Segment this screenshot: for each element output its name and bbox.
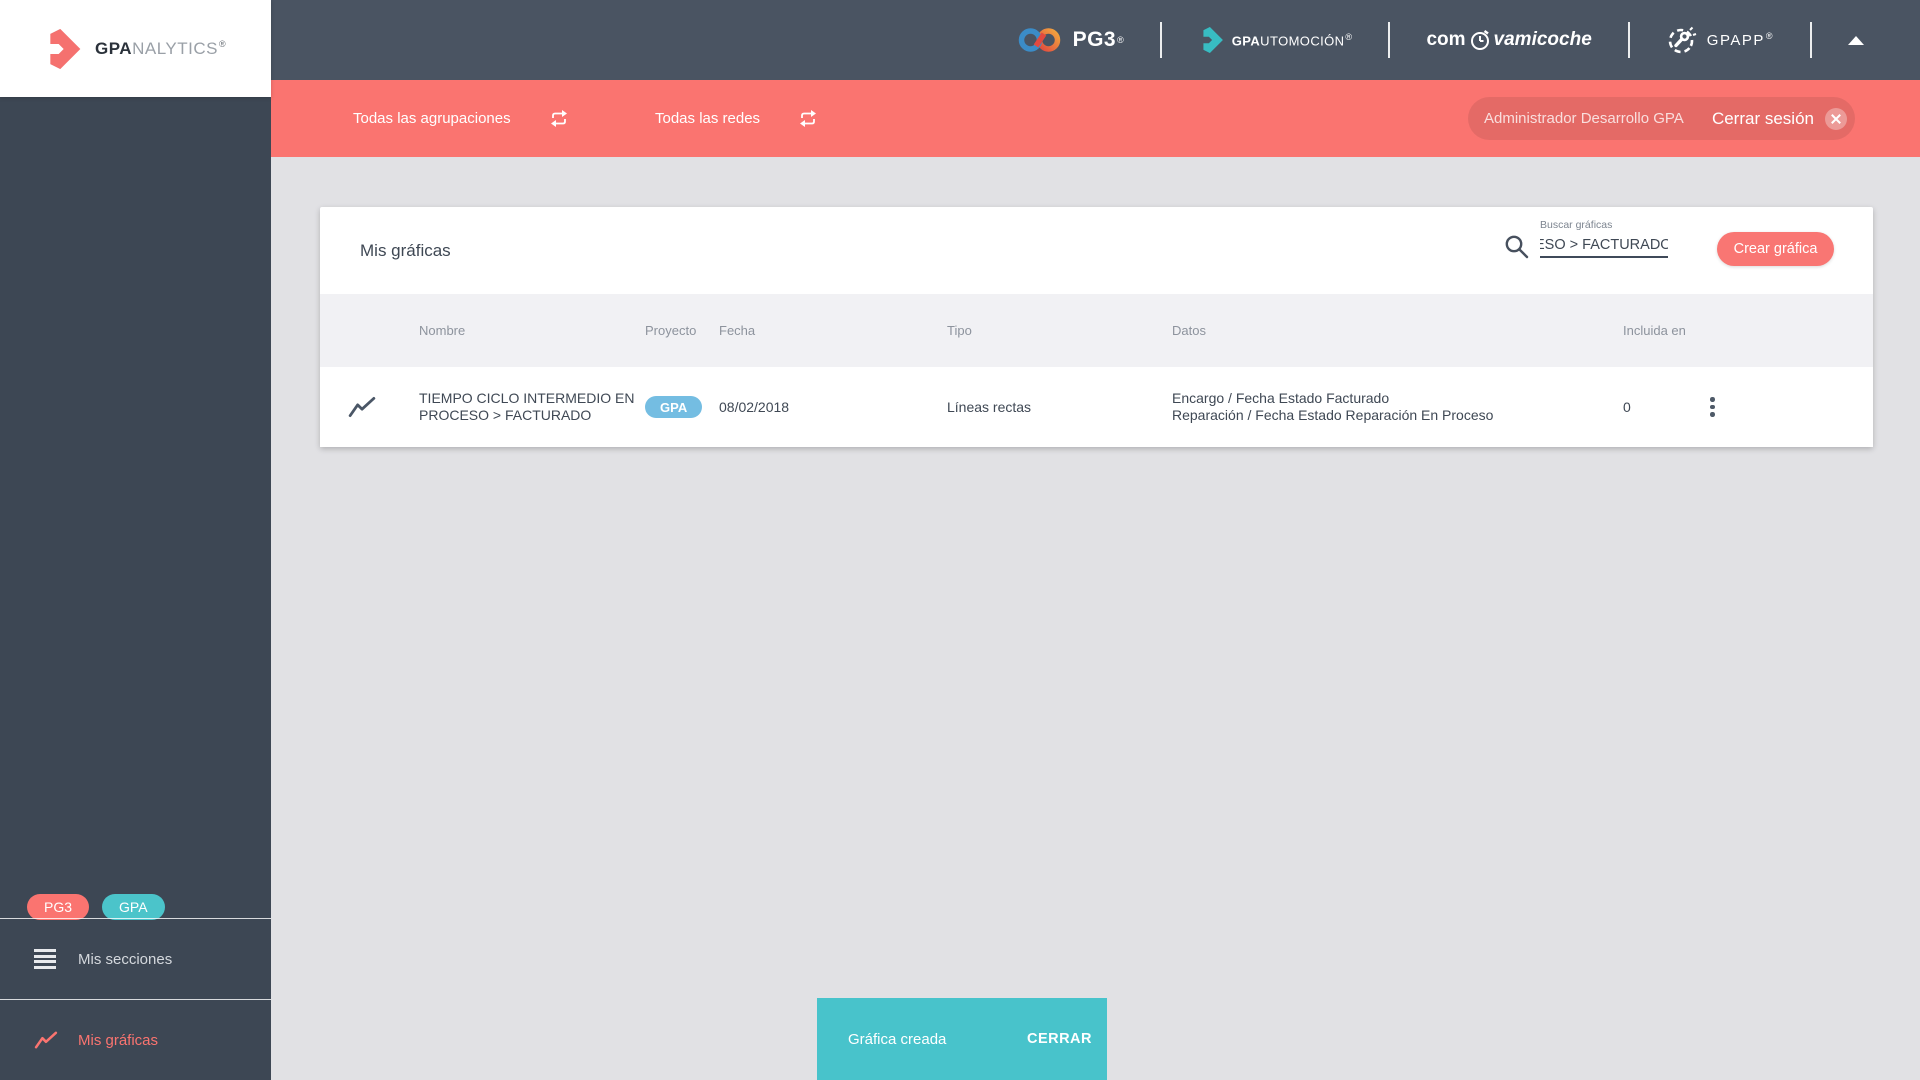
row-name: TIEMPO CICLO INTERMEDIO EN PROCESO > FAC… xyxy=(419,390,635,423)
row-data: Encargo / Fecha Estado Facturado Reparaci… xyxy=(1172,390,1494,423)
comvamicoche-logo[interactable]: com vamicoche xyxy=(1426,29,1592,51)
row-type: Líneas rectas xyxy=(947,399,1032,415)
column-datos: Datos xyxy=(1172,323,1206,338)
pg3-infinity-icon xyxy=(1018,28,1060,52)
sidebar-badges: PG3 GPA xyxy=(27,894,165,920)
row-menu-kebab-icon[interactable] xyxy=(1704,391,1721,423)
column-fecha: Fecha xyxy=(719,323,756,338)
column-proyecto: Proyecto xyxy=(645,323,697,338)
page-title: Mis gráficas xyxy=(360,240,451,260)
header-divider xyxy=(1627,22,1630,58)
logout-close-icon[interactable] xyxy=(1825,107,1847,130)
networks-filter[interactable]: Todas las redes xyxy=(655,80,818,157)
sidebar-item-mis-graficas[interactable]: Mis gráficas xyxy=(0,1000,271,1080)
row-included-count: 0 xyxy=(1623,399,1631,415)
header-divider xyxy=(1388,22,1391,58)
row-date: 08/02/2018 xyxy=(719,399,790,415)
gpa-analytics-arrow-icon xyxy=(50,28,81,69)
badge-gpa[interactable]: GPA xyxy=(102,894,165,920)
session-pill: Administrador Desarrollo GPA Cerrar sesi… xyxy=(1468,97,1855,140)
search-label: Buscar gráficas xyxy=(1540,219,1613,231)
table-row[interactable]: TIEMPO CICLO INTERMEDIO EN PROCESO > FAC… xyxy=(320,367,1873,447)
logged-user-name: Administrador Desarrollo GPA xyxy=(1484,110,1684,127)
search-icon[interactable] xyxy=(1503,233,1531,261)
gpapp-label: GPAPP® xyxy=(1706,31,1774,49)
gpautomocion-logo[interactable]: GPAUTOMOCIÓN® xyxy=(1198,27,1353,53)
pg3-logo[interactable]: PG3 ® xyxy=(1017,25,1124,55)
column-nombre: Nombre xyxy=(419,323,466,338)
menu-icon xyxy=(34,949,60,969)
header-logo-cluster: PG3 ® GPAUTOMOCIÓN® com vamicoche GPAPP® xyxy=(1017,0,1864,80)
swap-icon[interactable] xyxy=(798,109,818,128)
brand-logo[interactable]: GPANALYTICS® xyxy=(0,0,271,97)
table-header: Nombre Proyecto Fecha Tipo Datos Incluid… xyxy=(320,294,1873,367)
header-divider xyxy=(1810,22,1812,58)
sidebar-item-mis-secciones[interactable]: Mis secciones xyxy=(0,919,271,999)
gpapp-wrench-gauge-icon xyxy=(1668,26,1697,54)
search-input[interactable]: ESO > FACTURADO xyxy=(1540,231,1668,258)
snackbar-message: Gráfica creada xyxy=(848,1030,947,1048)
badge-pg3[interactable]: PG3 xyxy=(27,894,90,920)
mis-graficas-panel: Mis gráficas Buscar gráficas ESO > FACTU… xyxy=(320,207,1873,447)
filter-bar: Todas las agrupaciones Todas las redes A… xyxy=(271,80,1920,157)
stopwatch-icon xyxy=(1470,29,1489,50)
sidebar-item-label: Mis secciones xyxy=(78,950,173,968)
pg3-label: PG3 xyxy=(1072,28,1117,51)
sidebar-item-label: Mis gráficas xyxy=(78,1031,159,1049)
header-divider xyxy=(1159,22,1162,58)
groupings-filter-label: Todas las agrupaciones xyxy=(353,110,511,127)
gpautomocion-arrow-icon xyxy=(1203,27,1223,53)
networks-filter-label: Todas las redes xyxy=(655,110,761,127)
line-chart-icon xyxy=(34,1031,60,1049)
column-tipo: Tipo xyxy=(947,323,972,338)
collapse-header-icon[interactable] xyxy=(1848,35,1864,45)
row-project: GPA xyxy=(645,367,703,447)
logout-button[interactable]: Cerrar sesión xyxy=(1712,109,1814,129)
line-chart-icon xyxy=(348,367,376,447)
gpautomocion-label: GPAUTOMOCIÓN® xyxy=(1231,31,1353,49)
column-incluida-en: Incluida en xyxy=(1623,323,1686,338)
brand-wordmark: GPANALYTICS® xyxy=(95,38,227,58)
snackbar-close-button[interactable]: CERRAR xyxy=(1027,1031,1092,1047)
app-root: PG3 ® GPAUTOMOCIÓN® com vamicoche GPAPP®… xyxy=(0,0,1920,1080)
gpapp-logo[interactable]: GPAPP® xyxy=(1666,24,1774,56)
snackbar: Gráfica creada CERRAR xyxy=(817,998,1107,1080)
search-field: Buscar gráficas ESO > FACTURADO xyxy=(1540,219,1670,258)
project-badge: GPA xyxy=(645,396,703,418)
swap-icon[interactable] xyxy=(549,109,569,128)
top-header: PG3 ® GPAUTOMOCIÓN® com vamicoche GPAPP® xyxy=(0,0,1920,80)
groupings-filter[interactable]: Todas las agrupaciones xyxy=(353,80,569,157)
create-chart-button[interactable]: Crear gráfica xyxy=(1717,232,1834,266)
sidebar: PG3 GPA Mis secciones Mis gráficas xyxy=(0,97,271,1080)
